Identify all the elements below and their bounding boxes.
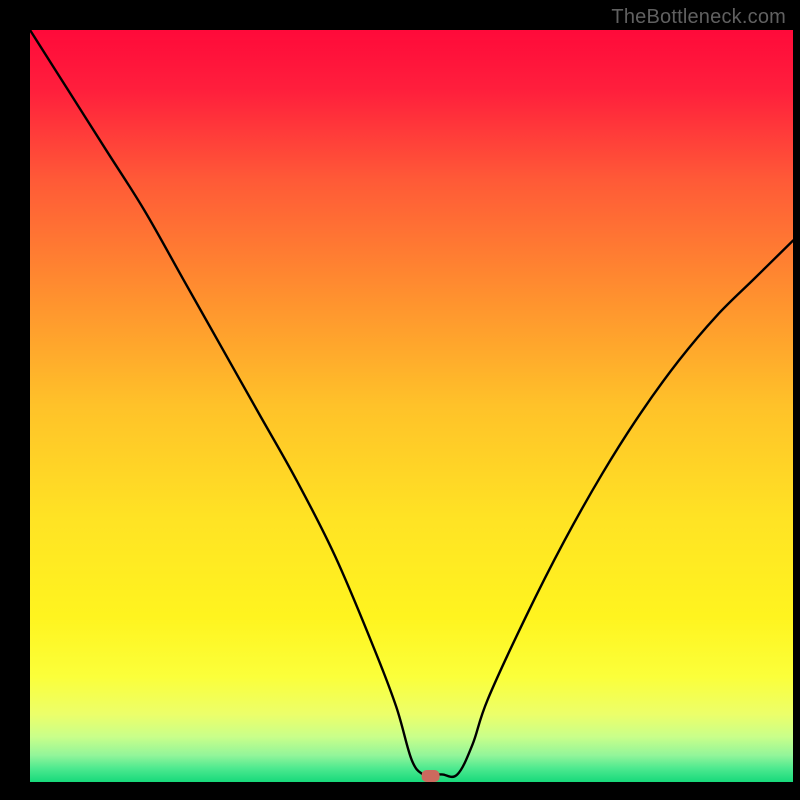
- minimum-marker: [422, 770, 440, 782]
- plot-area: [30, 30, 793, 782]
- chart-svg: [30, 30, 793, 782]
- watermark-text: TheBottleneck.com: [611, 6, 786, 29]
- gradient-background: [30, 30, 793, 782]
- chart-frame: TheBottleneck.com: [0, 0, 800, 800]
